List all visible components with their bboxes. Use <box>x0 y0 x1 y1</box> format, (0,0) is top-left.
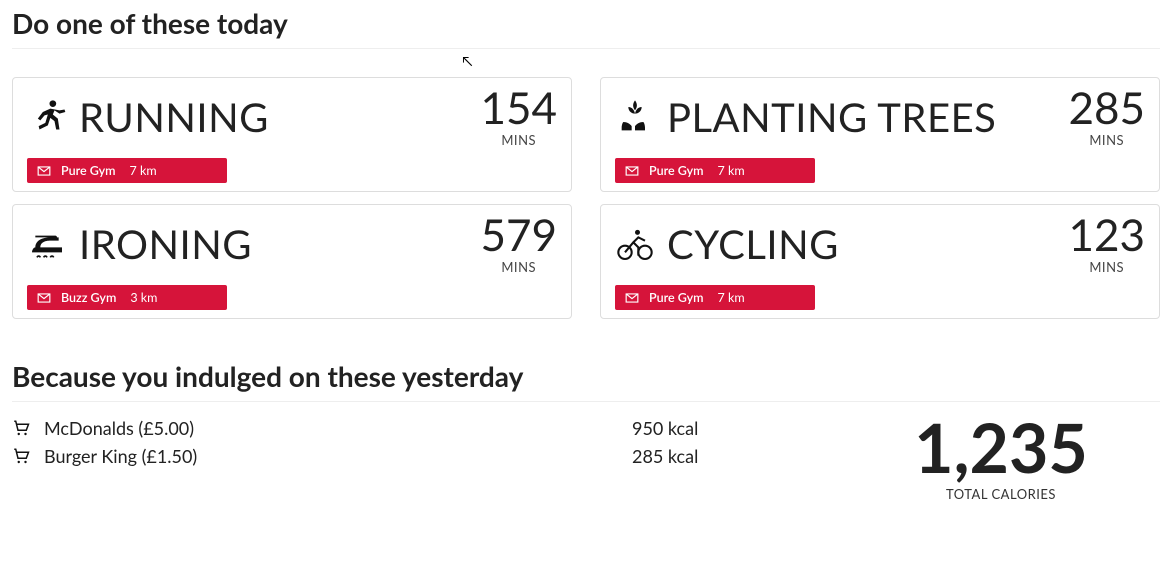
activity-card-cycling[interactable]: CYCLING 123 MINS Pure Gym 7 km <box>600 204 1160 319</box>
section-title-today: Do one of these today <box>12 6 1160 40</box>
food-row: Burger King (£1.50) <box>12 442 632 470</box>
activity-cards: RUNNING 154 MINS Pure Gym 7 km PLANTING … <box>12 77 1160 319</box>
gym-distance: 7 km <box>130 163 157 178</box>
cart-icon <box>12 419 30 437</box>
section-title-yesterday: Because you indulged on these yesterday <box>12 359 1160 393</box>
gym-name: Pure Gym <box>61 163 116 178</box>
mail-icon <box>37 164 51 178</box>
ironing-icon <box>27 224 67 264</box>
cycling-icon <box>615 224 655 264</box>
activity-card-running[interactable]: RUNNING 154 MINS Pure Gym 7 km <box>12 77 572 192</box>
cursor-pointer-icon: ↖ <box>462 52 473 69</box>
food-list: McDonalds (£5.00) Burger King (£1.50) <box>12 414 632 470</box>
activity-name: RUNNING <box>79 93 269 141</box>
gym-distance: 7 km <box>718 163 745 178</box>
mail-icon <box>625 291 639 305</box>
mail-icon <box>625 164 639 178</box>
gym-name: Buzz Gym <box>61 290 116 305</box>
running-icon <box>27 97 67 137</box>
activity-mins-label: MINS <box>480 132 557 148</box>
gym-name: Pure Gym <box>649 163 704 178</box>
food-name: Burger King (£1.50) <box>44 445 197 467</box>
activity-mins-value: 154 <box>480 86 557 130</box>
food-kcal: 950 kcal <box>632 414 842 442</box>
activity-mins-label: MINS <box>480 259 557 275</box>
planting-icon <box>615 97 655 137</box>
food-kcal: 285 kcal <box>632 442 842 470</box>
gym-name: Pure Gym <box>649 290 704 305</box>
total-calories-label: TOTAL CALORIES <box>842 486 1160 502</box>
food-row: McDonalds (£5.00) <box>12 414 632 442</box>
total-calories-value: 1,235 <box>842 414 1160 482</box>
divider <box>12 401 1160 402</box>
activity-mins-label: MINS <box>1068 132 1145 148</box>
gym-badge[interactable]: Buzz Gym 3 km <box>27 285 227 310</box>
gym-badge[interactable]: Pure Gym 7 km <box>615 158 815 183</box>
gym-distance: 7 km <box>718 290 745 305</box>
gym-distance: 3 km <box>130 290 157 305</box>
kcal-list: 950 kcal 285 kcal <box>632 414 842 470</box>
activity-mins-value: 285 <box>1068 86 1145 130</box>
gym-badge[interactable]: Pure Gym 7 km <box>27 158 227 183</box>
gym-badge[interactable]: Pure Gym 7 km <box>615 285 815 310</box>
activity-name: PLANTING TREES <box>667 93 996 141</box>
mail-icon <box>37 291 51 305</box>
activity-name: CYCLING <box>667 220 839 268</box>
activity-mins-label: MINS <box>1068 259 1145 275</box>
divider <box>12 48 1160 49</box>
food-name: McDonalds (£5.00) <box>44 417 194 439</box>
activity-mins-value: 123 <box>1068 213 1145 257</box>
cart-icon <box>12 447 30 465</box>
activity-mins-value: 579 <box>480 213 557 257</box>
total-calories-block: 1,235 TOTAL CALORIES <box>842 414 1160 502</box>
activity-card-planting[interactable]: PLANTING TREES 285 MINS Pure Gym 7 km <box>600 77 1160 192</box>
activity-name: IRONING <box>79 220 252 268</box>
activity-card-ironing[interactable]: IRONING 579 MINS Buzz Gym 3 km <box>12 204 572 319</box>
